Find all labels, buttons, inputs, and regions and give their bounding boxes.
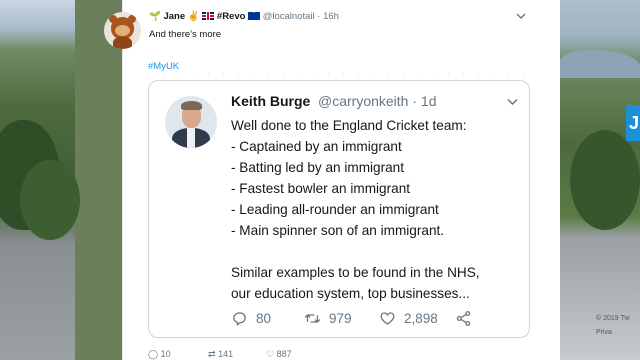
retweet-icon (304, 314, 321, 323)
retweet-button[interactable]: 979 (304, 310, 352, 327)
background-lake (560, 50, 640, 78)
like-count: 887 (276, 349, 292, 359)
quoted-author-meta[interactable]: @carryonkeith · 1d (318, 93, 437, 109)
separator-dot: · (317, 11, 321, 22)
reply-icon: ◯ (148, 349, 159, 359)
heart-icon: ♡ (266, 349, 275, 359)
reply-count: 80 (256, 311, 272, 326)
retweet-icon: ⇄ (208, 349, 216, 359)
retweet-count: 141 (218, 349, 234, 359)
separator-dot: · (412, 93, 418, 109)
quoted-text-line: Well done to the England Cricket team: (231, 118, 467, 133)
tweet-card[interactable]: 🌱 Jane ✌ #Revo @localnotail · 16h And th… (0, 0, 560, 360)
tweet-header: 🌱 Jane ✌ #Revo @localnotail · 16h (149, 7, 339, 22)
heart-icon (380, 312, 395, 325)
avatar[interactable] (104, 12, 141, 49)
quoted-text-line: - Batting led by an immigrant (231, 160, 405, 175)
like-count: 2,898 (404, 311, 438, 326)
chevron-down-icon[interactable] (507, 95, 518, 109)
avatar-shirt (187, 128, 195, 148)
reply-button[interactable]: 80 (231, 310, 271, 327)
share-icon (456, 311, 471, 326)
reply-count: 10 (160, 349, 171, 359)
peace-hand-icon: ✌ (187, 11, 200, 22)
share-button[interactable] (455, 310, 472, 327)
divider (148, 73, 538, 75)
quoted-text-line (231, 241, 526, 262)
sidebar-profile-button[interactable]: J (626, 105, 640, 141)
reply-icon (233, 312, 246, 326)
quoted-avatar[interactable] (165, 96, 217, 148)
uk-flag-icon (202, 12, 215, 20)
quoted-author-name[interactable]: Keith Burge (231, 93, 310, 109)
quoted-timestamp[interactable]: 1d (421, 93, 437, 109)
revo-tag: #Revo (216, 11, 246, 22)
quoted-handle[interactable]: @carryonkeith (318, 93, 408, 109)
background-landscape-right (560, 0, 640, 360)
avatar-hair (181, 101, 202, 110)
avatar-face (115, 25, 130, 36)
footer-copyright: © 2019 Tw (596, 315, 630, 322)
quoted-action-bar: 80 979 2,898 (231, 310, 521, 330)
footer-text: © 2019 Tw Priva (596, 312, 640, 340)
author-name[interactable]: Jane (163, 11, 185, 22)
chevron-down-icon[interactable] (516, 11, 526, 23)
background-tree (570, 130, 640, 230)
hashtag-link[interactable]: #MyUK (148, 61, 179, 72)
avatar-body (113, 37, 132, 49)
quoted-text-line: our education system, top businesses... (231, 286, 470, 301)
tweet-timestamp[interactable]: 16h (323, 11, 339, 22)
sprout-icon: 🌱 (149, 11, 161, 22)
quoted-text-line: - Main spinner son of an immigrant. (231, 223, 445, 238)
quoted-text-line: - Leading all-rounder an immigrant (231, 202, 439, 217)
retweet-button[interactable]: ⇄ 141 (208, 349, 233, 360)
footer-privacy-link[interactable]: Priva (596, 326, 640, 340)
quoted-tweet[interactable]: Keith Burge @carryonkeith · 1d Well done… (148, 80, 530, 338)
tweet-text: And there's more (149, 29, 222, 40)
quoted-text-line: - Captained by an immigrant (231, 139, 402, 154)
retweet-count: 979 (329, 311, 352, 326)
author-handle[interactable]: @localnotail (263, 11, 315, 22)
like-button[interactable]: ♡ 887 (266, 349, 292, 360)
quoted-text-line: - Fastest bowler an immigrant (231, 181, 411, 196)
eu-flag-icon (248, 7, 261, 20)
quoted-text-line: Similar examples to be found in the NHS, (231, 265, 480, 280)
quoted-tweet-text: Well done to the England Cricket team: -… (231, 115, 526, 304)
reply-button[interactable]: ◯ 10 (148, 349, 171, 360)
like-button[interactable]: 2,898 (379, 310, 438, 327)
